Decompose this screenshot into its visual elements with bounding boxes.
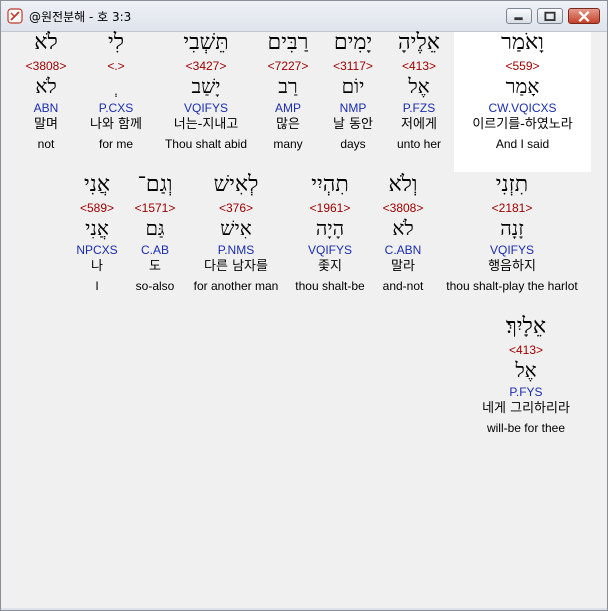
analysis-area: לֹא <3808> לֹא ABN 말며 not לִי <.> ְ P.CX…	[5, 32, 605, 608]
close-button[interactable]	[568, 8, 600, 24]
hebrew-lemma: אֶל	[408, 74, 430, 98]
hebrew-lemma: אָמַר	[505, 74, 540, 98]
hebrew-lemma: לֹא	[35, 74, 57, 98]
hebrew-word: לִי	[107, 30, 125, 55]
english-gloss: not	[37, 137, 55, 151]
word-block[interactable]: רַבִּים <7227> רַב AMP 많은 many	[256, 32, 320, 154]
minimize-button[interactable]	[506, 8, 532, 24]
parsing-code: P.FYS	[509, 385, 543, 399]
word-block[interactable]: וְגַם־ <1571> גַּם C.AB 도 so-also	[125, 174, 185, 296]
korean-gloss: 도	[149, 259, 161, 274]
english-gloss: Thou shalt abid	[164, 137, 248, 151]
close-icon	[578, 11, 590, 22]
korean-gloss: 저에게	[401, 117, 437, 132]
english-gloss: unto her	[396, 137, 442, 151]
english-gloss: so-also	[135, 279, 175, 293]
parsing-code: VQIFYS	[307, 243, 352, 257]
maximize-icon	[544, 11, 556, 21]
parsing-code: VQIFYS	[183, 101, 228, 115]
hebrew-word: וָאֹמַר	[501, 30, 544, 55]
hebrew-word: תִזְנִי	[495, 172, 529, 197]
english-gloss: thou shalt-play the harlot	[446, 279, 578, 293]
parsing-code: VQIFYS	[489, 243, 534, 257]
english-gloss: for another man	[193, 279, 279, 293]
hebrew-lemma: יָשַׁב	[191, 74, 221, 98]
korean-gloss: 나와 함께	[90, 117, 142, 132]
hebrew-word: תֵּשְׁבִי	[183, 30, 229, 55]
korean-gloss: 행음하지	[488, 259, 536, 274]
parsing-code: AMP	[274, 101, 301, 115]
hebrew-lemma: לֹא	[392, 216, 414, 240]
minimize-icon	[514, 17, 523, 21]
hebrew-word: תִהְיִי	[311, 172, 349, 197]
maximize-button[interactable]	[537, 8, 563, 24]
hebrew-word: אֲנִי	[83, 172, 111, 197]
hebrew-word: אֵלֶיהָ	[398, 30, 440, 55]
parsing-code: P.NMS	[217, 243, 255, 257]
hebrew-lemma: רַב	[278, 74, 298, 98]
english-gloss: and-not	[382, 279, 424, 293]
korean-gloss: 너는-지내고	[173, 117, 239, 132]
word-block[interactable]: תִהְיִי <1961> הָיָה VQIFYS 좇지 thou shal…	[287, 174, 373, 296]
hebrew-lemma: ְ	[76, 76, 156, 102]
hebrew-word: אֵלָיִךְ׃	[505, 314, 547, 339]
korean-gloss: 좇지	[318, 259, 342, 274]
word-block[interactable]: תִזְנִי <2181> זָנָה VQIFYS 행음하지 thou sh…	[433, 174, 591, 296]
parsing-code: CW.VQICXS	[488, 101, 557, 115]
hebrew-lemma: הָיָה	[315, 216, 345, 240]
strong-number: <.>	[107, 59, 125, 73]
hebrew-word: וְגַם־	[137, 172, 173, 197]
word-block[interactable]: תֵּשְׁבִי <3427> יָשַׁב VQIFYS 너는-지내고 Th…	[156, 32, 256, 154]
korean-gloss: 날 동안	[332, 117, 373, 132]
word-block-selected[interactable]: וָאֹמַר <559> אָמַר CW.VQICXS 이르기를-하였노라 …	[454, 32, 591, 172]
word-block[interactable]: וְלֹא <3808> לֹא C.ABN 말라 and-not	[373, 174, 433, 296]
korean-gloss: 말라	[391, 259, 415, 274]
hebrew-word: לְאִישׁ	[213, 172, 259, 197]
parsing-code: NMP	[339, 101, 367, 115]
english-gloss: I	[95, 279, 99, 293]
parsing-code: C.AB	[140, 243, 169, 257]
word-block[interactable]: אֵלֶיהָ <413> אֶל P.FZS 저에게 unto her	[386, 32, 452, 154]
english-gloss: many	[273, 137, 303, 151]
korean-gloss: 많은	[276, 117, 300, 132]
hebrew-word: רַבִּים	[267, 30, 309, 55]
title-bar[interactable]: @원전분해 - 호 3:3	[1, 1, 607, 32]
word-block[interactable]: לְאִישׁ <376> אִישׁ P.NMS 다른 남자를 for ano…	[185, 174, 287, 296]
app-icon	[7, 8, 23, 24]
word-block[interactable]: אֵלָיִךְ׃ <413> אֶל P.FYS 네게 그리하리라 will-…	[461, 316, 591, 438]
english-gloss: And I said	[495, 137, 550, 151]
korean-gloss: 말며	[34, 117, 58, 132]
window-title: @원전분해 - 호 3:3	[29, 10, 132, 24]
app-window: @원전분해 - 호 3:3 לֹא <3808> לֹא ABN 말며 not	[0, 0, 608, 611]
hebrew-lemma: אֲנִי	[85, 216, 109, 240]
word-block[interactable]: לֹא <3808> לֹא ABN 말며 not	[16, 32, 76, 154]
word-block[interactable]: יָמִים <3117> יוֹם NMP 날 동안 days	[320, 32, 386, 154]
hebrew-word: יָמִים	[333, 30, 373, 55]
hebrew-lemma: אִישׁ	[220, 216, 252, 240]
english-gloss: thou shalt-be	[295, 279, 365, 293]
hebrew-word: וְלֹא	[388, 172, 418, 197]
english-gloss: for me	[98, 137, 133, 151]
parsing-code: P.FZS	[402, 101, 436, 115]
korean-gloss: 이르기를-하였노라	[472, 117, 573, 132]
hebrew-lemma: זָנָה	[500, 216, 524, 240]
window-bottom-edge	[1, 608, 607, 610]
hebrew-lemma: גַּם	[145, 216, 165, 240]
hebrew-lemma: אֶל	[515, 358, 537, 382]
english-gloss: will-be for thee	[486, 421, 566, 435]
korean-gloss: 나	[91, 259, 103, 274]
parsing-code: ABN	[33, 101, 59, 115]
word-block[interactable]: אֲנִי <589> אֲנִי NPCXS 나 I	[69, 174, 125, 296]
parsing-code: C.ABN	[384, 243, 422, 257]
parsing-code: P.CXS	[98, 101, 134, 115]
hebrew-lemma: יוֹם	[341, 74, 365, 98]
parsing-code: NPCXS	[76, 243, 118, 257]
english-gloss: days	[340, 137, 366, 151]
word-block[interactable]: לִי <.> ְ P.CXS 나와 함께 for me	[76, 32, 156, 154]
korean-gloss: 다른 남자를	[204, 259, 268, 274]
hebrew-word: לֹא	[34, 30, 58, 55]
korean-gloss: 네게 그리하리라	[482, 401, 570, 416]
